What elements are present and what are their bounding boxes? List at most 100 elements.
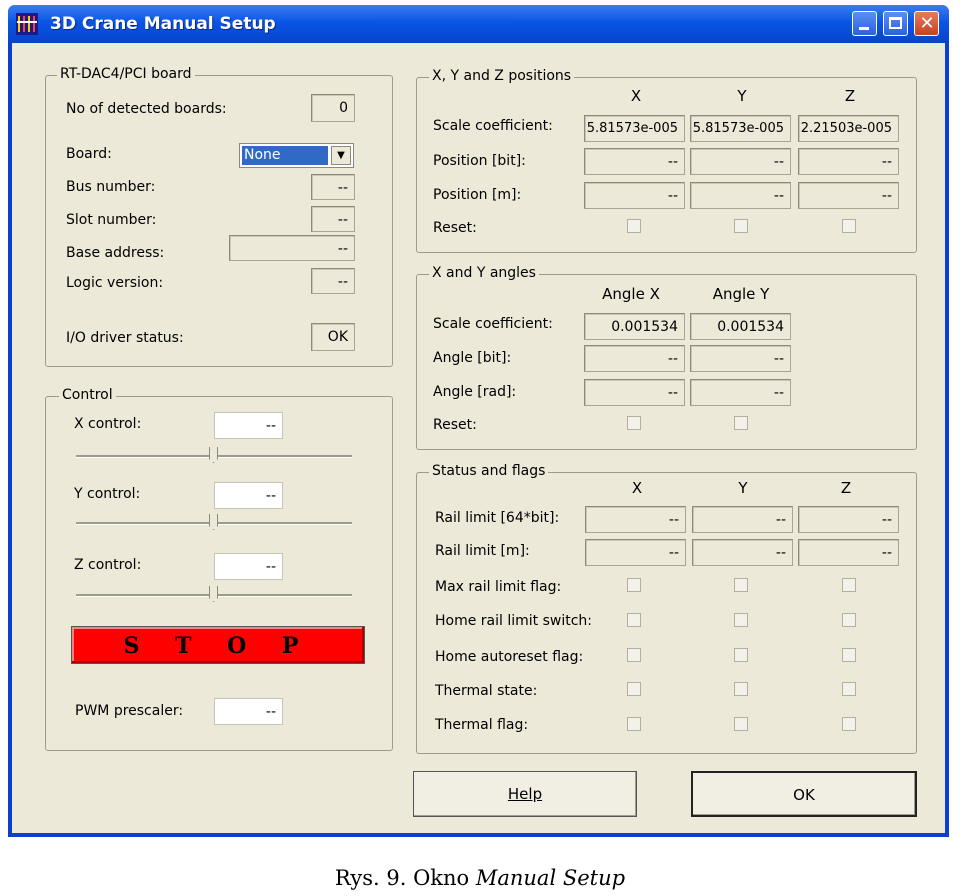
angle-rad-label: Angle [rad]: xyxy=(433,384,517,400)
positions-col-y: Y xyxy=(737,87,747,105)
positions-reset-label: Reset: xyxy=(433,220,477,236)
rail-limit-m-z: -- xyxy=(798,539,899,566)
angles-col-y: Angle Y xyxy=(712,285,770,303)
thermal-flag-label: Thermal flag: xyxy=(435,717,529,733)
angle-bit-y: -- xyxy=(690,345,791,372)
home-rail-limit-switch-z[interactable] xyxy=(842,613,856,627)
home-rail-limit-switch-x[interactable] xyxy=(627,613,641,627)
io-driver-status-field: OK xyxy=(311,323,355,351)
board-select-value: None xyxy=(242,146,328,165)
position-bit-z: -- xyxy=(798,148,899,175)
minimize-icon xyxy=(859,27,869,30)
detected-boards-label: No of detected boards: xyxy=(66,101,227,117)
max-rail-limit-flag-label: Max rail limit flag: xyxy=(435,579,562,595)
angles-group-title: X and Y angles xyxy=(429,265,539,281)
z-control-input[interactable]: -- xyxy=(214,553,283,580)
positions-scale-y: 5.81573e-005 xyxy=(690,115,791,142)
detected-boards-field: 0 xyxy=(311,94,355,122)
ok-button[interactable]: OK xyxy=(691,771,917,817)
y-control-label: Y control: xyxy=(74,486,141,502)
base-address-label: Base address: xyxy=(66,245,165,261)
slot-number-label: Slot number: xyxy=(66,212,157,228)
slot-number-field: -- xyxy=(311,206,355,232)
positions-scale-x: 5.81573e-005 xyxy=(584,115,685,142)
bus-number-label: Bus number: xyxy=(66,179,156,195)
home-rail-limit-switch-label: Home rail limit switch: xyxy=(435,613,593,629)
bus-number-field: -- xyxy=(311,174,355,200)
max-rail-limit-flag-z[interactable] xyxy=(842,578,856,592)
app-icon xyxy=(16,13,38,35)
base-address-field: -- xyxy=(229,235,355,261)
angle-rad-y: -- xyxy=(690,379,791,406)
maximize-icon xyxy=(889,17,902,29)
close-icon: ✕ xyxy=(919,13,935,34)
thermal-state-y[interactable] xyxy=(734,682,748,696)
logic-version-field: -- xyxy=(311,268,355,294)
thermal-state-z[interactable] xyxy=(842,682,856,696)
status-col-z: Z xyxy=(840,479,852,497)
angle-reset-y-checkbox[interactable] xyxy=(734,416,748,430)
reset-z-checkbox[interactable] xyxy=(842,219,856,233)
thermal-flag-x[interactable] xyxy=(627,717,641,731)
rail-limit-bit-z: -- xyxy=(798,506,899,533)
io-driver-status-label: I/O driver status: xyxy=(66,330,184,346)
pwm-prescaler-label: PWM prescaler: xyxy=(75,703,184,719)
position-bit-y: -- xyxy=(690,148,791,175)
help-button[interactable]: Help xyxy=(413,771,637,817)
board-group-title: RT-DAC4/PCI board xyxy=(57,66,195,82)
thermal-state-label: Thermal state: xyxy=(435,683,538,699)
rail-limit-bit-x: -- xyxy=(585,506,686,533)
thermal-flag-y[interactable] xyxy=(734,717,748,731)
home-autoreset-flag-label: Home autoreset flag: xyxy=(435,649,584,665)
positions-group-title: X, Y and Z positions xyxy=(429,68,575,84)
caption-italic: Manual Setup xyxy=(475,866,626,890)
home-rail-limit-switch-y[interactable] xyxy=(734,613,748,627)
angles-reset-label: Reset: xyxy=(433,417,477,433)
window-title: 3D Crane Manual Setup xyxy=(50,14,276,34)
position-bit-x: -- xyxy=(584,148,685,175)
positions-col-z: Z xyxy=(844,87,856,105)
thermal-state-x[interactable] xyxy=(627,682,641,696)
y-control-input[interactable]: -- xyxy=(214,482,283,509)
minimize-button[interactable] xyxy=(852,11,877,36)
angles-scale-y: 0.001534 xyxy=(690,313,791,340)
stop-button[interactable]: S T O P xyxy=(71,626,365,664)
home-autoreset-flag-z[interactable] xyxy=(842,648,856,662)
positions-scale-z: 2.21503e-005 xyxy=(798,115,899,142)
angle-reset-x-checkbox[interactable] xyxy=(627,416,641,430)
max-rail-limit-flag-x[interactable] xyxy=(627,578,641,592)
x-control-input[interactable]: -- xyxy=(214,412,283,439)
board-select[interactable]: None ▼ xyxy=(239,143,354,168)
figure-caption: Rys. 9. Okno Manual Setup xyxy=(0,866,960,890)
home-autoreset-flag-x[interactable] xyxy=(627,648,641,662)
caption-prefix: Rys. 9. Okno xyxy=(334,866,476,890)
logic-version-label: Logic version: xyxy=(66,275,164,291)
maximize-button[interactable] xyxy=(883,11,908,36)
angle-bit-label: Angle [bit]: xyxy=(433,350,512,366)
rail-limit-bit-y: -- xyxy=(692,506,793,533)
angles-scale-label: Scale coefficient: xyxy=(433,316,553,332)
max-rail-limit-flag-y[interactable] xyxy=(734,578,748,592)
rail-limit-m-y: -- xyxy=(692,539,793,566)
positions-col-x: X xyxy=(630,87,642,105)
close-button[interactable]: ✕ xyxy=(914,11,939,36)
position-m-y: -- xyxy=(690,182,791,209)
positions-scale-label: Scale coefficient: xyxy=(433,118,553,134)
pwm-prescaler-input[interactable]: -- xyxy=(214,698,283,725)
x-control-label: X control: xyxy=(74,416,142,432)
position-m-label: Position [m]: xyxy=(433,187,522,203)
control-group-title: Control xyxy=(59,387,116,403)
reset-y-checkbox[interactable] xyxy=(734,219,748,233)
chevron-down-icon[interactable]: ▼ xyxy=(331,146,351,165)
angles-scale-x: 0.001534 xyxy=(584,313,685,340)
rail-limit-bit-label: Rail limit [64*bit]: xyxy=(435,510,560,526)
rail-limit-m-label: Rail limit [m]: xyxy=(435,543,530,559)
thermal-flag-z[interactable] xyxy=(842,717,856,731)
position-m-x: -- xyxy=(584,182,685,209)
position-m-z: -- xyxy=(798,182,899,209)
home-autoreset-flag-y[interactable] xyxy=(734,648,748,662)
angle-rad-x: -- xyxy=(584,379,685,406)
reset-x-checkbox[interactable] xyxy=(627,219,641,233)
rail-limit-m-x: -- xyxy=(585,539,686,566)
board-label: Board: xyxy=(66,146,112,162)
